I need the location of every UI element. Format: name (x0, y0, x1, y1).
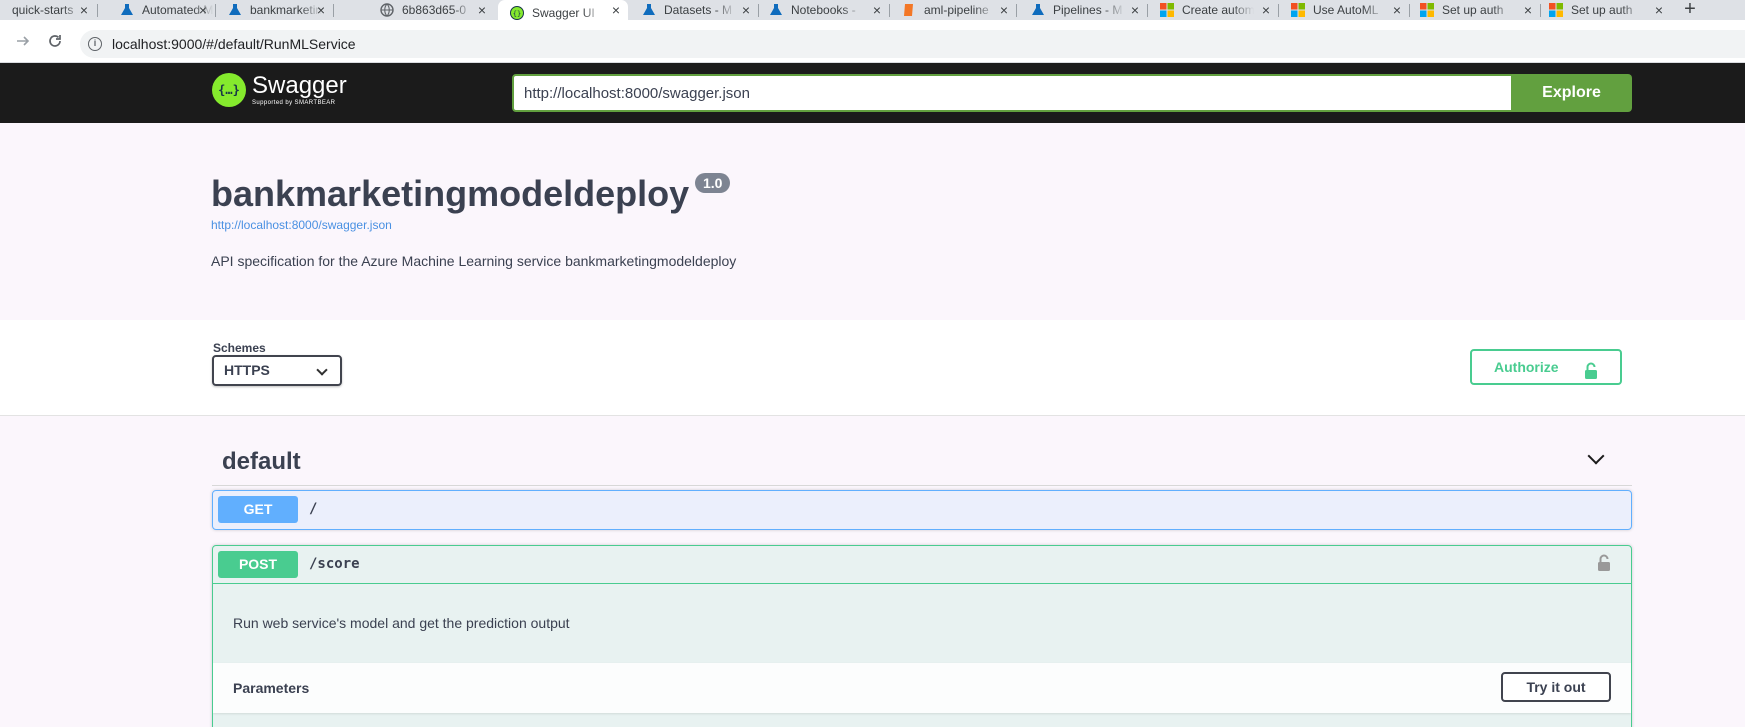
microsoft-logo-icon (1420, 3, 1434, 17)
tag-name: default (222, 448, 301, 475)
tab-close-icon[interactable]: × (1131, 3, 1139, 17)
new-tab-button[interactable]: + (1680, 0, 1700, 20)
logo-subtitle: Supported by SMARTBEAR (252, 100, 336, 106)
operation-path: /score (309, 556, 360, 572)
authorize-button[interactable]: Authorize (1470, 349, 1622, 385)
browser-tab-strip: quick-starts × Automated ML × bankmarket… (0, 0, 1745, 25)
operation-post-score: POST /score Run web service's model and … (212, 545, 1632, 727)
browser-tab[interactable]: Automated ML × (98, 0, 215, 20)
tab-close-icon[interactable]: × (1655, 3, 1663, 17)
try-it-out-button[interactable]: Try it out (1501, 672, 1611, 702)
tab-title: quick-starts (12, 3, 74, 17)
authorize-label: Authorize (1494, 359, 1559, 375)
address-url[interactable]: localhost:9000/#/default/RunMLService (112, 36, 356, 52)
browser-tab-active[interactable]: {} Swagger UI × (498, 0, 628, 25)
browser-tab[interactable]: Create autom × (1148, 0, 1278, 20)
browser-tab[interactable]: 6b863d65-0 × (334, 0, 494, 20)
tab-close-icon[interactable]: × (873, 3, 881, 17)
tab-close-icon[interactable]: × (1524, 3, 1532, 17)
site-info-icon[interactable]: i (88, 37, 102, 51)
microsoft-logo-icon (1549, 3, 1563, 17)
schemes-section: Schemes HTTPS Authorize (0, 320, 1745, 416)
swagger-logo[interactable]: {…} Swagger Supported by SMARTBEAR (212, 73, 347, 107)
explore-button[interactable]: Explore (1511, 74, 1632, 112)
browser-tab[interactable]: aml-pipeline × (890, 0, 1016, 20)
swagger-logo-icon: {…} (212, 73, 246, 107)
swagger-topbar: {…} Swagger Supported by SMARTBEAR Explo… (0, 63, 1745, 123)
browser-tab[interactable]: Pipelines - M × (1017, 0, 1147, 20)
operation-get-root[interactable]: GET / (212, 490, 1632, 530)
browser-tab[interactable]: Use AutoML × (1279, 0, 1409, 20)
browser-tab[interactable]: Datasets - M × (632, 0, 758, 20)
parameters-header: Parameters Try it out (213, 663, 1631, 713)
tab-close-icon[interactable]: × (742, 3, 750, 17)
tab-title: Use AutoML (1313, 3, 1379, 17)
spec-url-input[interactable] (512, 74, 1513, 112)
swagger-icon: {} (510, 5, 524, 20)
microsoft-logo-icon (1160, 3, 1174, 17)
browser-tab[interactable]: Notebooks - × (759, 0, 889, 20)
browser-address-bar: i localhost:9000/#/default/RunMLService (0, 25, 1745, 63)
method-badge-post: POST (218, 551, 298, 578)
azure-ml-flask-icon (120, 3, 134, 17)
lock-icon[interactable] (1597, 554, 1611, 577)
azure-ml-flask-icon (642, 3, 656, 17)
omnibox[interactable]: i localhost:9000/#/default/RunMLService (80, 30, 1745, 58)
azure-ml-flask-icon (228, 3, 242, 17)
version-badge: 1.0 (695, 173, 731, 193)
tab-title: aml-pipeline (924, 3, 989, 17)
operation-description: Run web service's model and get the pred… (233, 615, 570, 631)
tab-title: Pipelines - M (1053, 3, 1123, 17)
tab-close-icon[interactable]: × (1393, 3, 1401, 17)
tab-title: Swagger UI (532, 5, 595, 20)
tab-close-icon[interactable]: × (1000, 3, 1008, 17)
azure-ml-flask-icon (1031, 3, 1045, 17)
microsoft-logo-icon (1291, 3, 1305, 17)
schemes-select[interactable]: HTTPS (212, 355, 342, 386)
svg-text:{}: {} (513, 10, 521, 18)
tab-title: Set up auth (1442, 3, 1504, 17)
tab-close-icon[interactable]: × (478, 3, 486, 17)
operations-section: default GET / POST /score Run web servic… (0, 416, 1745, 727)
tab-title: Set up auth (1571, 3, 1633, 17)
browser-tab[interactable]: Set up auth × (1541, 0, 1671, 20)
operation-summary[interactable]: POST /score (213, 546, 1631, 584)
chevron-down-icon[interactable] (1587, 447, 1605, 465)
tab-title: Create autom (1182, 3, 1254, 17)
operation-path: / (309, 501, 318, 517)
schemes-selected-value: HTTPS (224, 362, 270, 378)
jupyter-book-icon (902, 3, 916, 17)
browser-tab[interactable]: bankmarketing × (216, 0, 333, 20)
tab-close-icon[interactable]: × (199, 3, 207, 17)
globe-icon (380, 3, 394, 17)
lock-open-icon (1584, 359, 1598, 391)
method-badge-get: GET (218, 496, 298, 523)
azure-ml-flask-icon (769, 3, 783, 17)
tab-close-icon[interactable]: × (1262, 3, 1270, 17)
tab-title: 6b863d65-0 (402, 3, 467, 17)
swagger-logo-text: Swagger Supported by SMARTBEAR (252, 72, 347, 107)
tag-header-default[interactable]: default (212, 438, 1632, 486)
parameters-title: Parameters (233, 680, 310, 696)
tab-title: Notebooks - (791, 3, 856, 17)
api-title: bankmarketingmodeldeploy (211, 173, 690, 214)
api-description: API specification for the Azure Machine … (211, 253, 737, 269)
tab-title: bankmarketing (250, 3, 322, 17)
browser-tab[interactable]: quick-starts × (0, 0, 96, 20)
reload-icon[interactable] (44, 33, 66, 55)
chevron-down-icon (316, 364, 328, 376)
schemes-label: Schemes (213, 341, 266, 355)
spec-link[interactable]: http://localhost:8000/swagger.json (211, 218, 392, 232)
tab-close-icon[interactable]: × (80, 3, 88, 17)
tab-close-icon[interactable]: × (317, 3, 325, 17)
tab-close-icon[interactable]: × (612, 3, 620, 17)
browser-tab[interactable]: Set up auth × (1410, 0, 1540, 20)
tab-title: Datasets - M (664, 3, 733, 17)
logo-name: Swagger (252, 72, 347, 99)
forward-arrow-icon[interactable] (12, 33, 34, 55)
api-info-section: bankmarketingmodeldeploy 1.0 http://loca… (0, 123, 1745, 320)
